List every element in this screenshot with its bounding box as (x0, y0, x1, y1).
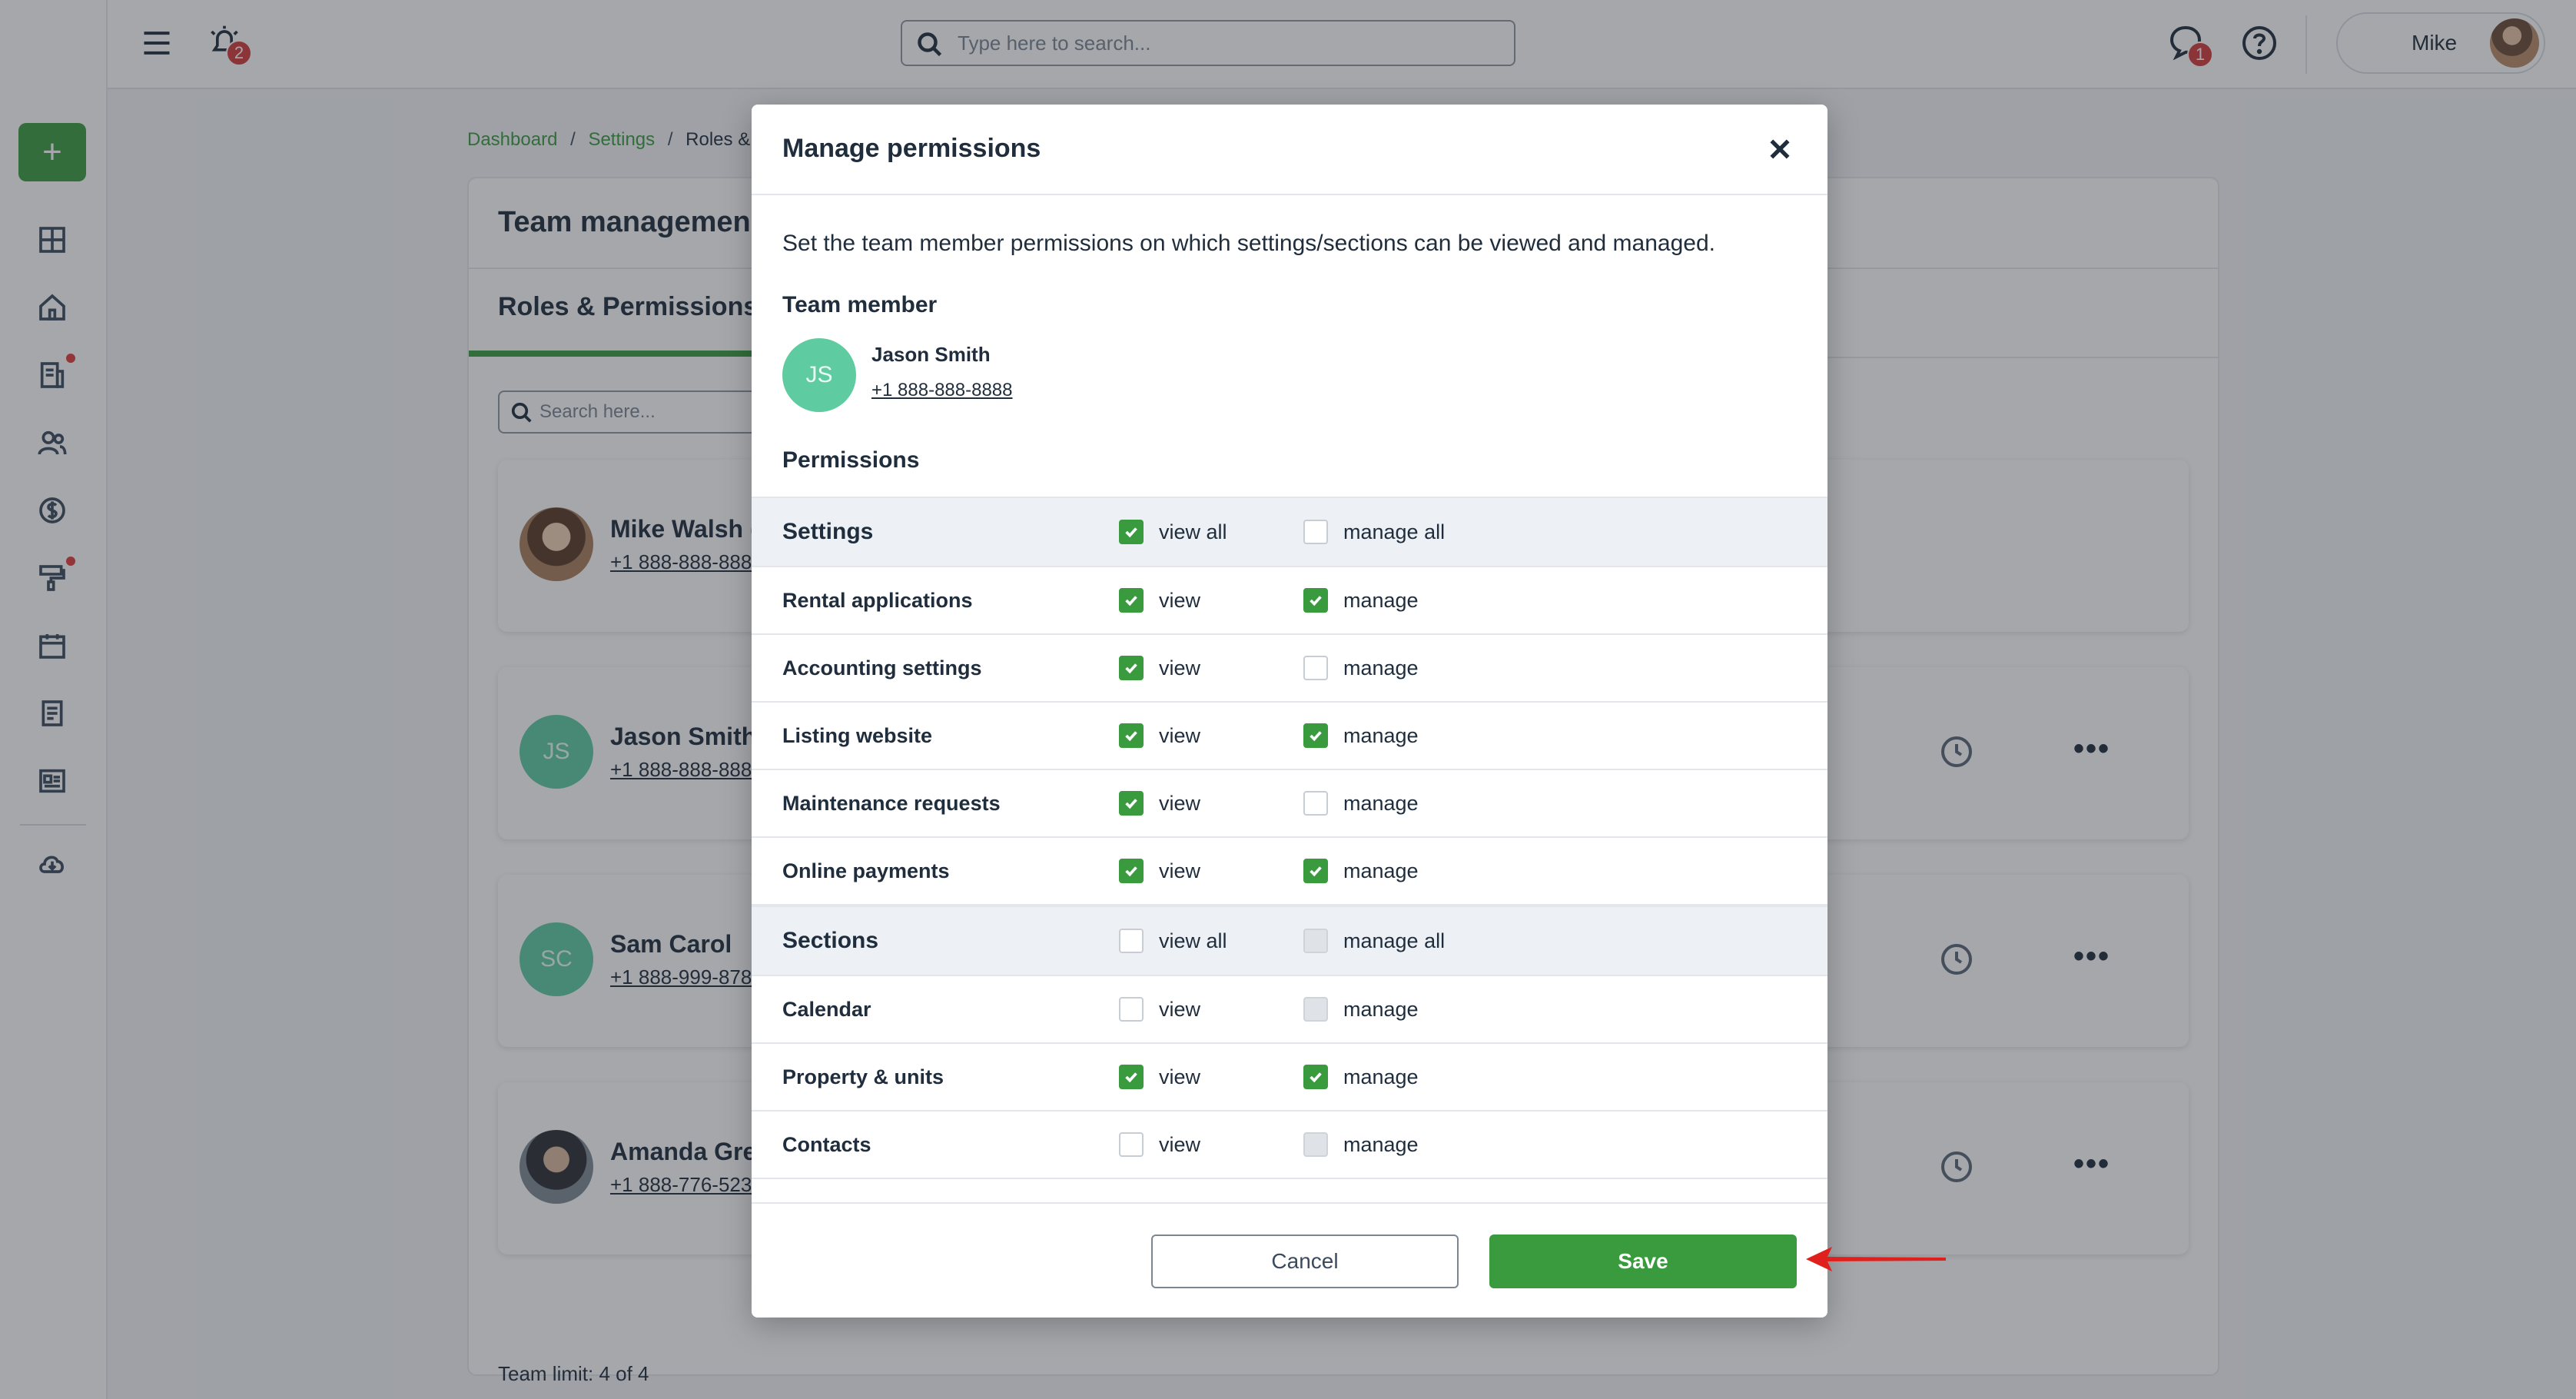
save-button[interactable]: Save (1489, 1235, 1797, 1288)
view-permission-option[interactable]: view (1119, 859, 1200, 883)
manage-checkbox-label: manage (1343, 1132, 1419, 1156)
view-checkbox[interactable] (1119, 723, 1144, 748)
modal-header: Manage permissions (752, 105, 1827, 195)
permission-group-row: Sections view all manage all (752, 906, 1827, 976)
view-checkbox[interactable] (1119, 859, 1144, 883)
close-button[interactable] (1763, 132, 1797, 166)
view-checkbox-label: view (1159, 588, 1201, 612)
manage-checkbox-label: manage (1343, 723, 1419, 747)
manage-checkbox-label: manage (1343, 656, 1419, 680)
manage-checkbox[interactable] (1303, 1065, 1328, 1089)
manage-permission-option[interactable]: manage (1303, 791, 1419, 816)
permissions-label: Permissions (782, 447, 920, 473)
manage-checkbox (1303, 1132, 1328, 1157)
permission-row: Property & units view manage (752, 1044, 1827, 1112)
modal-description: Set the team member permissions on which… (782, 231, 1715, 256)
view-permission-option[interactable]: view all (1119, 520, 1227, 544)
view-permission-option[interactable]: view (1119, 588, 1200, 613)
manage-permission-option: manage (1303, 997, 1419, 1022)
view-checkbox-label: view (1159, 656, 1201, 680)
view-checkbox[interactable] (1119, 520, 1144, 544)
permission-label: Accounting settings (782, 656, 982, 680)
modal-title: Manage permissions (782, 134, 1041, 163)
view-checkbox-label: view (1159, 997, 1201, 1021)
view-checkbox[interactable] (1119, 656, 1144, 680)
view-permission-option[interactable]: view (1119, 1065, 1200, 1089)
cancel-button[interactable]: Cancel (1151, 1235, 1459, 1288)
manage-checkbox (1303, 997, 1328, 1022)
permission-label: Property & units (782, 1065, 944, 1088)
view-checkbox[interactable] (1119, 1065, 1144, 1089)
view-checkbox-label: view all (1159, 929, 1227, 952)
manage-checkbox-label: manage (1343, 588, 1419, 612)
permissions-table: Settings view all manage all Rental applica… (752, 497, 1827, 1179)
permission-label: Contacts (782, 1132, 871, 1156)
view-permission-option[interactable]: view (1119, 791, 1200, 816)
permission-label: Settings (782, 519, 874, 544)
view-permission-option[interactable]: view (1119, 1132, 1200, 1157)
view-checkbox-label: view (1159, 791, 1201, 815)
manage-permission-option[interactable]: manage (1303, 588, 1419, 613)
manage-permission-option: manage all (1303, 929, 1445, 953)
view-checkbox[interactable] (1119, 588, 1144, 613)
view-checkbox[interactable] (1119, 929, 1144, 953)
manage-checkbox[interactable] (1303, 520, 1328, 544)
manage-checkbox[interactable] (1303, 588, 1328, 613)
manage-permission-option: manage (1303, 1132, 1419, 1157)
manage-permission-option[interactable]: manage (1303, 656, 1419, 680)
manage-checkbox-label: manage (1343, 1065, 1419, 1088)
member-name: Jason Smith (871, 343, 991, 366)
manage-checkbox[interactable] (1303, 656, 1328, 680)
permission-group-row: Settings view all manage all (752, 497, 1827, 567)
manage-checkbox[interactable] (1303, 859, 1328, 883)
red-arrow-annotation (1806, 1247, 1946, 1271)
permission-row: Rental applications view manage (752, 567, 1827, 635)
manage-checkbox (1303, 929, 1328, 953)
view-checkbox[interactable] (1119, 791, 1144, 816)
permission-label: Listing website (782, 723, 933, 747)
permission-label: Rental applications (782, 588, 973, 612)
manage-checkbox-label: manage all (1343, 520, 1446, 543)
view-checkbox-label: view (1159, 1132, 1201, 1156)
close-icon (1770, 139, 1790, 159)
view-checkbox-label: view (1159, 1065, 1201, 1088)
member-phone[interactable]: +1 888-888-8888 (871, 380, 1013, 401)
manage-permission-option[interactable]: manage (1303, 723, 1419, 748)
view-checkbox[interactable] (1119, 1132, 1144, 1157)
manage-checkbox-label: manage (1343, 859, 1419, 882)
manage-permissions-modal: Manage permissions Set the team member p… (752, 105, 1827, 1318)
manage-permission-option[interactable]: manage all (1303, 520, 1445, 544)
manage-checkbox-label: manage all (1343, 929, 1446, 952)
manage-permission-option[interactable]: manage (1303, 1065, 1419, 1089)
view-permission-option[interactable]: view (1119, 656, 1200, 680)
avatar: JS (782, 338, 856, 412)
permission-label: Online payments (782, 859, 950, 882)
permission-label: Calendar (782, 997, 871, 1021)
permission-row: Listing website view manage (752, 703, 1827, 770)
permission-row: Accounting settings view manage (752, 635, 1827, 703)
permission-row: Online payments view manage (752, 838, 1827, 906)
permission-label: Maintenance requests (782, 791, 1001, 815)
view-permission-option[interactable]: view (1119, 997, 1200, 1022)
view-checkbox-label: view all (1159, 520, 1227, 543)
view-checkbox-label: view (1159, 859, 1201, 882)
manage-checkbox[interactable] (1303, 723, 1328, 748)
modal-footer: Cancel Save (752, 1202, 1827, 1318)
view-checkbox-label: view (1159, 723, 1201, 747)
team-member-label: Team member (782, 292, 938, 317)
manage-checkbox[interactable] (1303, 791, 1328, 816)
view-permission-option[interactable]: view (1119, 723, 1200, 748)
permission-row: Calendar view manage (752, 976, 1827, 1044)
view-permission-option[interactable]: view all (1119, 929, 1227, 953)
manage-checkbox-label: manage (1343, 997, 1419, 1021)
manage-permission-option[interactable]: manage (1303, 859, 1419, 883)
permission-row: Contacts view manage (752, 1112, 1827, 1179)
view-checkbox[interactable] (1119, 997, 1144, 1022)
manage-checkbox-label: manage (1343, 791, 1419, 815)
permission-label: Sections (782, 928, 879, 953)
permission-row: Maintenance requests view manage (752, 770, 1827, 838)
